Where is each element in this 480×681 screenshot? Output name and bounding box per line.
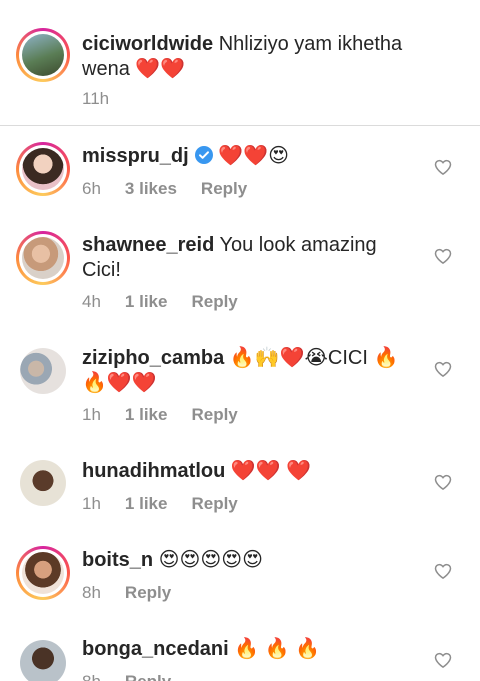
comment-text: hunadihmatlou ❤️❤️ ❤️ <box>82 459 412 484</box>
comment-item: misspru_dj ❤️❤️😍 6h 3 likes Reply <box>0 126 480 216</box>
comment-username[interactable]: misspru_dj <box>82 145 189 167</box>
comment-avatar[interactable] <box>20 460 66 506</box>
caption-username[interactable]: ciciworldwide <box>82 33 213 55</box>
comment-text: zizipho_camba 🔥🙌❤️😭CICI 🔥🔥❤️❤️ <box>82 346 412 396</box>
comment-username[interactable]: shawnee_reid <box>82 234 214 256</box>
caption-avatar[interactable] <box>16 28 70 82</box>
comment-time: 1h <box>82 494 101 513</box>
comment-text: bonga_ncedani 🔥 🔥 🔥 <box>82 637 412 662</box>
comment-meta: 1h 1 like Reply <box>82 405 238 425</box>
comment-likes[interactable]: 1 like <box>125 494 168 514</box>
reply-button[interactable]: Reply <box>201 179 247 199</box>
caption-meta: 11h <box>82 89 133 109</box>
caption-time: 11h <box>82 89 110 108</box>
comment-item: hunadihmatlou ❤️❤️ ❤️ 1h 1 like Reply <box>0 442 480 532</box>
comment-time: 8h <box>82 672 101 681</box>
comment-username[interactable]: hunadihmatlou <box>82 460 225 482</box>
comment-text: boits_n 😍😍😍😍😍 <box>82 548 412 573</box>
comment-username[interactable]: bonga_ncedani <box>82 638 229 660</box>
post-caption: ciciworldwide Nhliziyo yam ikhetha wena … <box>0 0 480 126</box>
comment-likes[interactable]: 1 like <box>125 292 168 312</box>
comment-item: bonga_ncedani 🔥 🔥 🔥 8h Reply <box>0 622 480 681</box>
reply-button[interactable]: Reply <box>191 494 237 514</box>
comment-meta: 8h Reply <box>82 583 171 603</box>
caption-text: ciciworldwide Nhliziyo yam ikhetha wena … <box>82 32 412 82</box>
reply-button[interactable]: Reply <box>125 583 171 603</box>
comment-avatar[interactable] <box>16 546 70 600</box>
heart-outline-icon[interactable] <box>433 359 453 379</box>
heart-outline-icon[interactable] <box>433 650 453 670</box>
comment-likes[interactable]: 1 like <box>125 405 168 425</box>
comment-text: shawnee_reid You look amazing Cici! <box>82 233 412 283</box>
comment-username[interactable]: boits_n <box>82 549 153 571</box>
comment-time: 6h <box>82 179 101 198</box>
comment-avatar[interactable] <box>20 640 66 681</box>
comment-avatar[interactable] <box>16 142 70 196</box>
comment-item: shawnee_reid You look amazing Cici! 4h 1 … <box>0 216 480 329</box>
heart-outline-icon[interactable] <box>433 157 453 177</box>
comment-time: 1h <box>82 405 101 424</box>
comment-meta: 8h Reply <box>82 672 171 681</box>
comment-body: ❤️❤️ ❤️ <box>225 460 312 482</box>
comment-time: 8h <box>82 583 101 602</box>
comment-username[interactable]: zizipho_camba <box>82 347 224 369</box>
comment-avatar[interactable] <box>16 231 70 285</box>
comment-meta: 1h 1 like Reply <box>82 494 238 514</box>
comment-text: misspru_dj ❤️❤️😍 <box>82 144 412 169</box>
comment-meta: 6h 3 likes Reply <box>82 179 247 199</box>
comment-meta: 4h 1 like Reply <box>82 292 238 312</box>
comment-body: 😍😍😍😍😍 <box>153 549 263 571</box>
heart-outline-icon[interactable] <box>433 246 453 266</box>
comment-likes[interactable]: 3 likes <box>125 179 177 199</box>
reply-button[interactable]: Reply <box>191 292 237 312</box>
reply-button[interactable]: Reply <box>191 405 237 425</box>
reply-button[interactable]: Reply <box>125 672 171 681</box>
comment-avatar[interactable] <box>20 348 66 394</box>
heart-outline-icon[interactable] <box>433 472 453 492</box>
verified-badge-icon <box>194 146 213 164</box>
comment-item: zizipho_camba 🔥🙌❤️😭CICI 🔥🔥❤️❤️ 1h 1 like R… <box>0 329 480 442</box>
comment-time: 4h <box>82 292 101 311</box>
heart-outline-icon[interactable] <box>433 561 453 581</box>
comment-body: ❤️❤️😍 <box>212 145 289 167</box>
comment-item: boits_n 😍😍😍😍😍 8h Reply <box>0 532 480 622</box>
comment-body: 🔥 🔥 🔥 <box>228 638 321 660</box>
